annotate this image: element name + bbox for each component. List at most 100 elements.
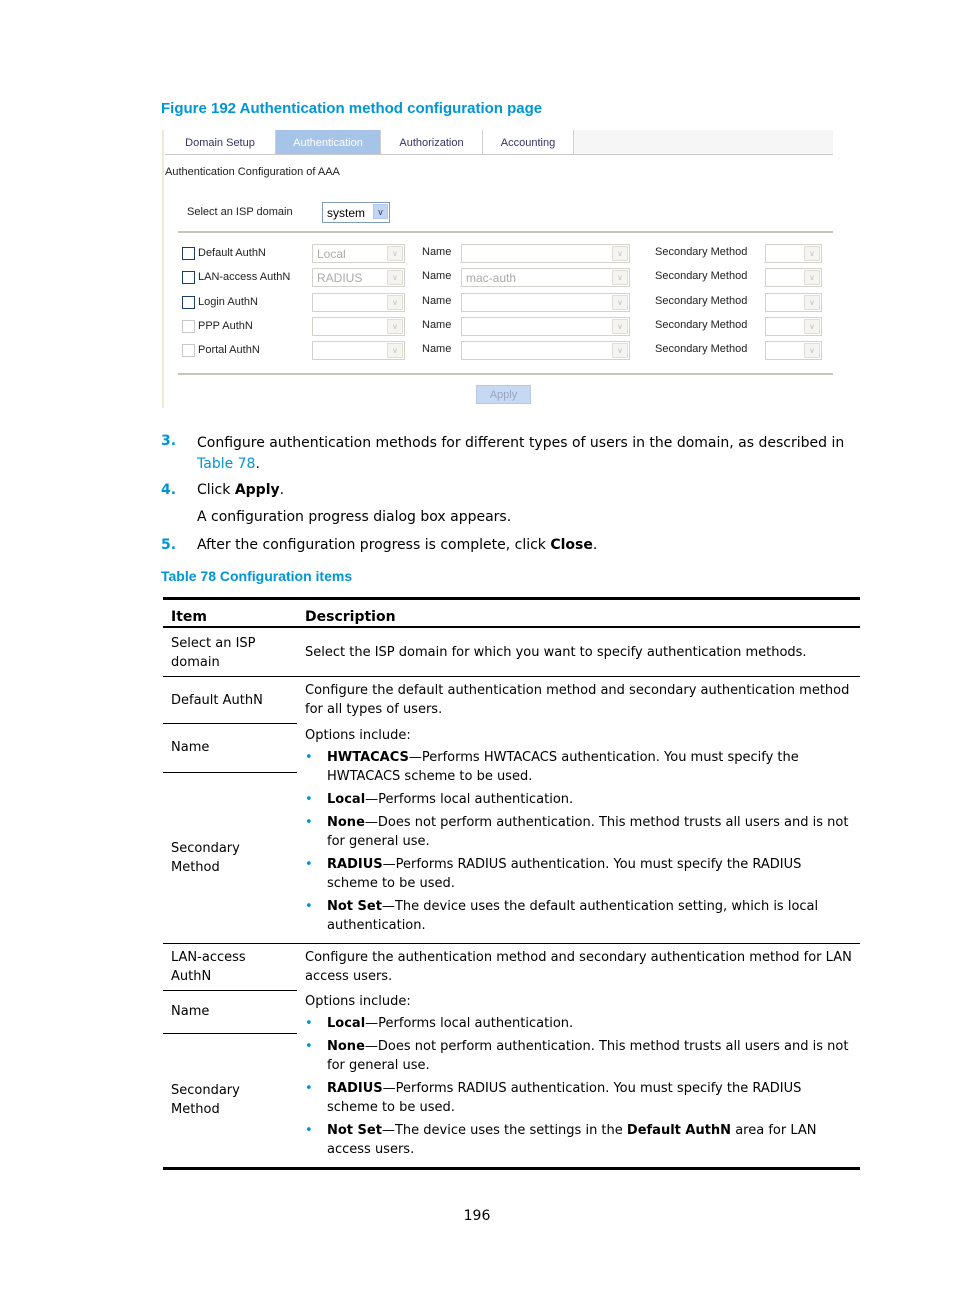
chevron-down-icon[interactable]: v xyxy=(612,295,628,310)
section-title: Authentication Configuration of AAA xyxy=(165,166,340,178)
chevron-down-icon[interactable]: v xyxy=(387,295,403,310)
tab-bar: Domain Setup Authentication Authorizatio… xyxy=(165,130,833,155)
chevron-down-icon[interactable]: v xyxy=(612,319,628,334)
row-label: LAN-access AuthN xyxy=(198,271,291,283)
step-3-number: 3. xyxy=(161,433,177,449)
options-intro: Options include: xyxy=(305,727,411,743)
step-4-note: A configuration progress dialog box appe… xyxy=(197,509,512,525)
table-header-row: Item Description xyxy=(163,597,860,628)
item-cell: Secondary Method xyxy=(163,772,297,944)
description-cell: Select the ISP domain for which you want… xyxy=(297,627,860,677)
login-authn-checkbox[interactable] xyxy=(182,296,195,309)
name-label: Name xyxy=(422,246,452,258)
table-row: Select an ISP domain Select the ISP doma… xyxy=(163,627,860,677)
item-cell: Secondary Method xyxy=(163,1033,297,1171)
method-select[interactable]: v xyxy=(312,317,405,336)
options-list: HWTACACS—Performs HWTACACS authenticatio… xyxy=(305,748,852,935)
portal-authn-checkbox[interactable] xyxy=(182,344,195,357)
chevron-down-icon[interactable]: v xyxy=(804,270,820,285)
ppp-authn-checkbox[interactable] xyxy=(182,320,195,333)
row-label: Default AuthN xyxy=(198,247,266,259)
name-select[interactable]: mac-auth v xyxy=(461,268,630,287)
table-row: Name Options include: Local—Performs loc… xyxy=(163,990,860,1170)
list-item: RADIUS—Performs RADIUS authentication. Y… xyxy=(305,1079,852,1117)
list-item: None—Does not perform authentication. Th… xyxy=(305,1037,852,1075)
method-select[interactable]: v xyxy=(312,341,405,360)
item-cell: Name xyxy=(163,723,297,773)
item-cell: Select an ISP domain xyxy=(163,627,297,677)
tab-authorization[interactable]: Authorization xyxy=(381,130,483,154)
name-select[interactable]: v xyxy=(461,244,630,263)
name-value: mac-auth xyxy=(466,271,517,285)
chevron-down-icon[interactable]: v xyxy=(612,343,628,358)
name-label: Name xyxy=(422,295,452,307)
list-item: None—Does not perform authentication. Th… xyxy=(305,813,852,851)
method-select[interactable]: v xyxy=(312,293,405,312)
tab-accounting[interactable]: Accounting xyxy=(483,130,574,154)
chevron-down-icon[interactable]: v xyxy=(387,270,403,285)
chevron-down-icon[interactable]: v xyxy=(612,270,628,285)
options-list: Local—Performs local authentication. Non… xyxy=(305,1014,852,1159)
chevron-down-icon[interactable]: v xyxy=(804,319,820,334)
chevron-down-icon[interactable]: v xyxy=(804,246,820,261)
tab-domain-setup[interactable]: Domain Setup xyxy=(165,130,276,154)
step-5-number: 5. xyxy=(161,537,177,553)
secondary-method-label: Secondary Method xyxy=(655,295,748,307)
method-select[interactable]: RADIUS v xyxy=(312,268,405,287)
name-label: Name xyxy=(422,343,452,355)
page-number: 196 xyxy=(463,1208,491,1224)
row-label: Login AuthN xyxy=(198,296,258,308)
name-select[interactable]: v xyxy=(461,341,630,360)
secondary-method-select[interactable]: v xyxy=(765,244,822,263)
default-authn-checkbox[interactable] xyxy=(182,247,195,260)
method-select[interactable]: Local v xyxy=(312,244,405,263)
frame-border xyxy=(162,130,164,408)
chevron-down-icon[interactable]: v xyxy=(387,246,403,261)
tab-authentication[interactable]: Authentication xyxy=(276,130,381,154)
authn-row-portal: Portal AuthN v Name v Secondary Method v xyxy=(182,340,832,362)
secondary-method-label: Secondary Method xyxy=(655,246,748,258)
chevron-down-icon[interactable]: v xyxy=(612,246,628,261)
authn-row-ppp: PPP AuthN v Name v Secondary Method v xyxy=(182,316,832,338)
secondary-method-select[interactable]: v xyxy=(765,317,822,336)
lan-access-authn-checkbox[interactable] xyxy=(182,271,195,284)
description-cell: Configure the default authentication met… xyxy=(305,683,850,718)
name-label: Name xyxy=(422,319,452,331)
item-cell: LAN-access AuthN xyxy=(163,943,297,991)
name-select[interactable]: v xyxy=(461,293,630,312)
name-select[interactable]: v xyxy=(461,317,630,336)
options-cell: Options include: HWTACACS—Performs HWTAC… xyxy=(297,723,860,944)
chevron-down-icon[interactable]: v xyxy=(373,204,388,219)
secondary-method-select[interactable]: v xyxy=(765,268,822,287)
isp-domain-label: Select an ISP domain xyxy=(187,206,293,218)
item-cell: Default AuthN xyxy=(163,676,297,724)
apply-button[interactable]: Apply xyxy=(476,385,531,404)
step-4-number: 4. xyxy=(161,482,177,498)
chevron-down-icon[interactable]: v xyxy=(387,319,403,334)
table-78-link[interactable]: Table 78 xyxy=(197,456,255,472)
table-caption: Table 78 Configuration items xyxy=(161,568,353,584)
list-item: RADIUS—Performs RADIUS authentication. Y… xyxy=(305,855,852,893)
divider xyxy=(178,373,833,375)
figure-caption: Figure 192 Authentication method configu… xyxy=(161,100,543,117)
secondary-method-label: Secondary Method xyxy=(655,270,748,282)
header-item: Item xyxy=(163,597,297,628)
list-item: Not Set—The device uses the settings in … xyxy=(305,1121,852,1159)
isp-domain-select[interactable]: system v xyxy=(322,202,390,223)
item-cell: Name xyxy=(163,990,297,1034)
secondary-method-select[interactable]: v xyxy=(765,341,822,360)
chevron-down-icon[interactable]: v xyxy=(804,343,820,358)
isp-domain-value: system xyxy=(327,206,366,220)
row-label: PPP AuthN xyxy=(198,320,253,332)
authn-row-login: Login AuthN v Name v Secondary Method v xyxy=(182,292,832,314)
table-row: Default AuthN Configure the default auth… xyxy=(163,676,860,724)
secondary-method-select[interactable]: v xyxy=(765,293,822,312)
chevron-down-icon[interactable]: v xyxy=(804,295,820,310)
auth-config-screenshot: Domain Setup Authentication Authorizatio… xyxy=(162,130,834,408)
list-item: HWTACACS—Performs HWTACACS authenticatio… xyxy=(305,748,852,786)
secondary-method-label: Secondary Method xyxy=(655,343,748,355)
method-value: RADIUS xyxy=(317,271,363,285)
chevron-down-icon[interactable]: v xyxy=(387,343,403,358)
step-3-text: Configure authentication methods for dif… xyxy=(197,435,845,472)
table-row: LAN-access AuthN Configure the authentic… xyxy=(163,943,860,991)
